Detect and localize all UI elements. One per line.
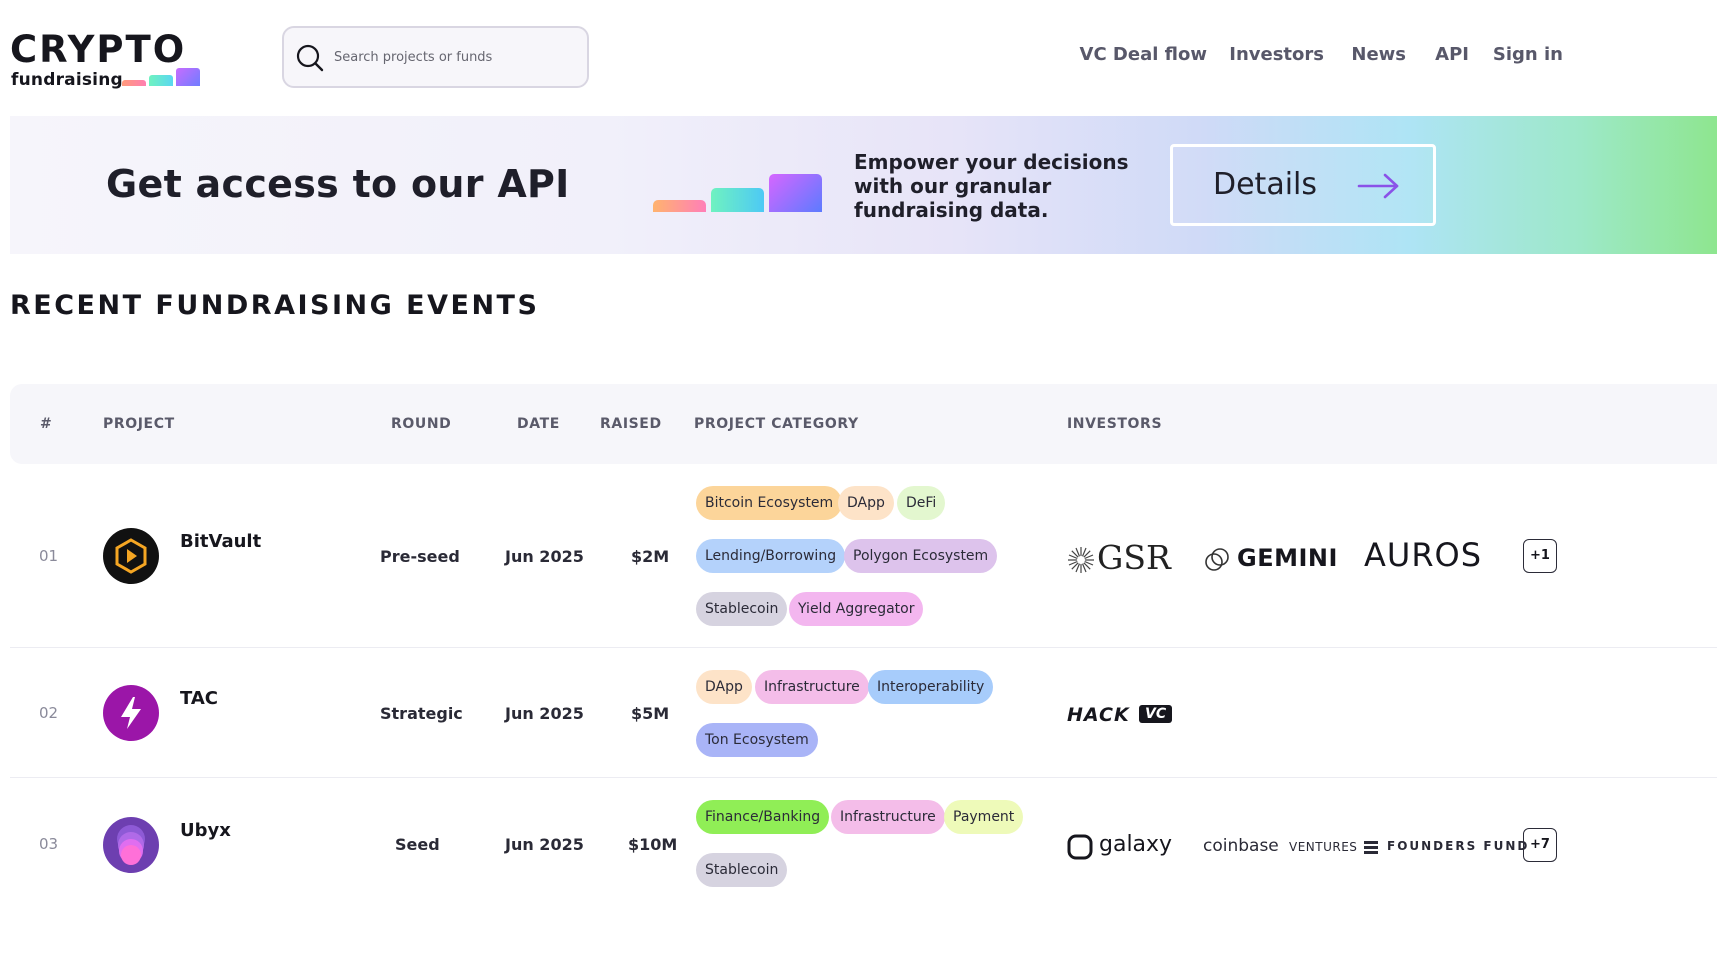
- category-tags: Bitcoin Ecosystem DApp DeFi Lending/Borr…: [696, 486, 1046, 636]
- table-row[interactable]: 03 Ubyx Seed Jun 2025 $10M Finance/Banki…: [10, 778, 1717, 962]
- category-tag[interactable]: Payment: [944, 800, 1024, 834]
- th-project[interactable]: PROJECT: [103, 416, 175, 432]
- project-avatar: [103, 685, 159, 741]
- date-value: Jun 2025: [505, 704, 584, 723]
- founders-fund-logo-icon: [1364, 841, 1378, 854]
- category-tags: Finance/Banking Infrastructure Payment S…: [696, 800, 1046, 890]
- logo-word: CRYPTO: [10, 28, 187, 71]
- category-tag[interactable]: Yield Aggregator: [789, 592, 924, 626]
- nav-sign-in[interactable]: Sign in: [1493, 44, 1563, 65]
- category-tag[interactable]: Finance/Banking: [696, 800, 830, 834]
- nav-news[interactable]: News: [1351, 44, 1406, 65]
- date-value: Jun 2025: [505, 835, 584, 854]
- raised-value: $10M: [628, 835, 678, 854]
- investor-label: VENTURES: [1289, 840, 1358, 854]
- logo-bars-graphic: [122, 66, 202, 86]
- more-investors-badge[interactable]: +1: [1523, 539, 1557, 573]
- investor-label: GSR: [1097, 538, 1171, 577]
- category-tag[interactable]: Stablecoin: [696, 592, 788, 626]
- header: CRYPTO fundraising VC Deal flow Investor…: [0, 0, 1717, 112]
- category-tag[interactable]: Bitcoin Ecosystem: [696, 486, 843, 520]
- details-button[interactable]: Details: [1170, 144, 1436, 226]
- search-icon: [296, 44, 324, 72]
- project-avatar: [103, 528, 159, 584]
- investor-auros[interactable]: AUROS: [1364, 536, 1482, 574]
- row-number: 03: [39, 835, 59, 853]
- category-tag[interactable]: DApp: [696, 670, 752, 704]
- category-tag[interactable]: Infrastructure: [755, 670, 869, 704]
- th-investors[interactable]: INVESTORS: [1067, 416, 1162, 432]
- round-value: Strategic: [380, 704, 463, 723]
- investor-label: galaxy: [1099, 832, 1173, 857]
- category-tags: DApp Infrastructure Interoperability Ton…: [696, 670, 1046, 760]
- ubyx-logo-icon: [117, 825, 145, 865]
- search-input[interactable]: [334, 44, 579, 70]
- section-title: RECENT FUNDRAISING EVENTS: [10, 290, 540, 321]
- date-value: Jun 2025: [505, 547, 584, 566]
- th-raised[interactable]: RAISED: [600, 416, 662, 432]
- banner-bars-graphic: [653, 172, 823, 212]
- nav-vc-deal-flow[interactable]: VC Deal flow: [1080, 44, 1207, 65]
- project-name[interactable]: BitVault: [180, 531, 261, 552]
- th-round[interactable]: ROUND: [391, 416, 451, 432]
- category-tag[interactable]: DApp: [838, 486, 894, 520]
- tac-logo-icon: [121, 697, 141, 729]
- category-tag[interactable]: Infrastructure: [831, 800, 945, 834]
- category-tag[interactable]: Polygon Ecosystem: [844, 539, 998, 573]
- th-num[interactable]: #: [40, 416, 52, 432]
- nav-investors[interactable]: Investors: [1229, 44, 1324, 65]
- site-logo[interactable]: CRYPTO fundraising: [10, 28, 200, 92]
- category-tag[interactable]: Interoperability: [868, 670, 994, 704]
- nav-api[interactable]: API: [1435, 44, 1469, 65]
- raised-value: $5M: [631, 704, 670, 723]
- banner-text: Empower your decisions with our granular…: [854, 150, 1129, 222]
- logo-sub: fundraising: [11, 70, 123, 90]
- project-name[interactable]: TAC: [180, 688, 218, 709]
- table-row[interactable]: 01 BitVault Pre-seed Jun 2025 $2M Bitcoi…: [10, 464, 1717, 648]
- raised-value: $2M: [631, 547, 670, 566]
- category-tag[interactable]: DeFi: [897, 486, 946, 520]
- category-tag[interactable]: Ton Ecosystem: [696, 723, 818, 757]
- row-number: 01: [39, 547, 59, 565]
- more-investors-badge[interactable]: +7: [1523, 828, 1557, 862]
- investor-label: VC: [1139, 705, 1173, 723]
- gemini-logo-icon: [1205, 548, 1229, 571]
- search-box[interactable]: [282, 26, 589, 88]
- category-tag[interactable]: Lending/Borrowing: [696, 539, 846, 573]
- banner-title: Get access to our API: [106, 162, 570, 206]
- investor-label: GEMINI: [1237, 544, 1338, 572]
- table-header: # PROJECT ROUND DATE RAISED PROJECT CATE…: [10, 384, 1717, 464]
- api-banner: Get access to our API Empower your decis…: [10, 116, 1717, 254]
- investor-label: coinbase: [1203, 836, 1279, 856]
- details-button-label: Details: [1213, 167, 1318, 202]
- gsr-sunburst-icon: [1068, 547, 1094, 573]
- round-value: Seed: [395, 835, 440, 854]
- investor-label: FOUNDERS FUND: [1387, 839, 1530, 853]
- row-number: 02: [39, 704, 59, 722]
- th-date[interactable]: DATE: [517, 416, 560, 432]
- bitvault-logo-icon: [115, 538, 147, 574]
- category-tag[interactable]: Stablecoin: [696, 853, 788, 887]
- investor-label: HACK: [1067, 704, 1130, 726]
- table-row[interactable]: 02 TAC Strategic Jun 2025 $5M DApp Infra…: [10, 648, 1717, 778]
- galaxy-logo-icon: [1067, 834, 1093, 860]
- round-value: Pre-seed: [380, 547, 460, 566]
- arrow-right-icon: [1357, 173, 1399, 199]
- th-category[interactable]: PROJECT CATEGORY: [694, 416, 859, 432]
- project-name[interactable]: Ubyx: [180, 820, 231, 841]
- project-avatar: [103, 817, 159, 873]
